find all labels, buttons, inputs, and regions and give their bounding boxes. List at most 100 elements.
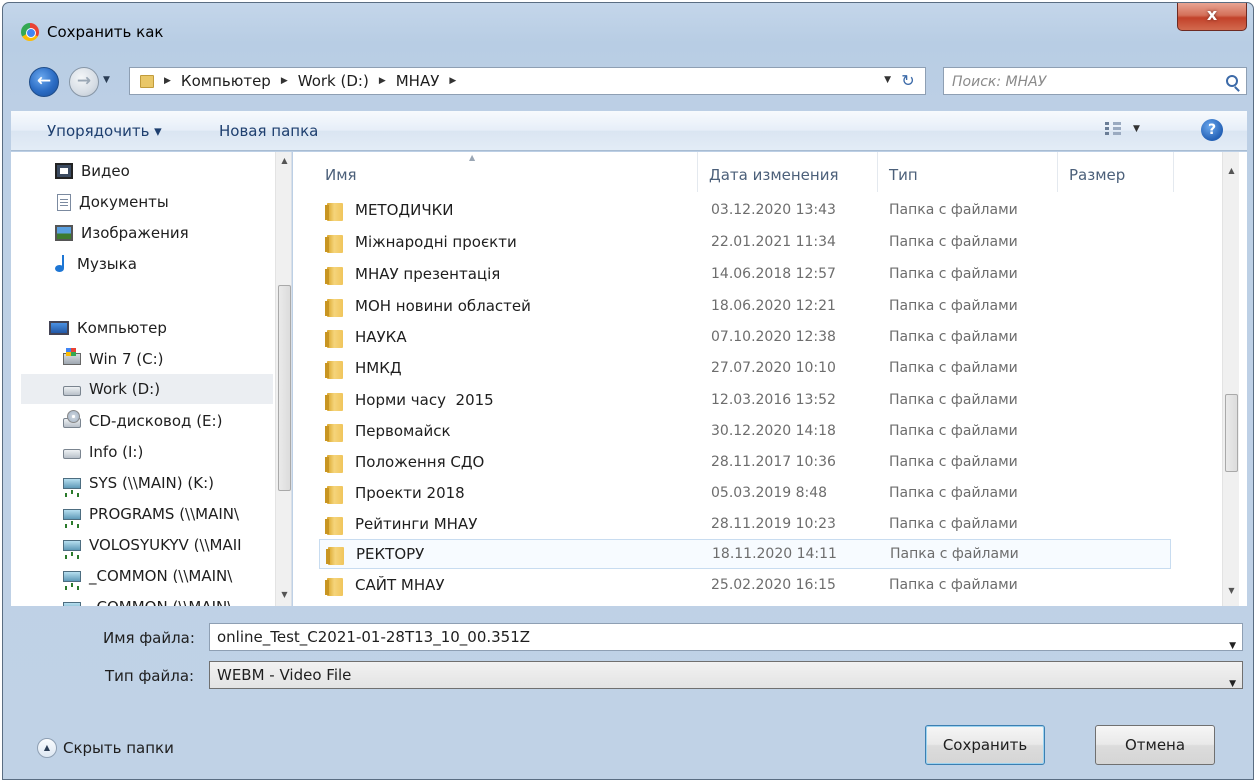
cancel-button[interactable]: Отмена [1095,725,1215,765]
file-row[interactable]: МОН новини областей 18.06.2020 12:21 Пап… [319,292,1171,322]
sidebar-item-video[interactable]: Видео [55,156,291,186]
file-date: 12.03.2016 13:52 [711,392,836,408]
file-name: Проекти 2018 [355,484,465,502]
sidebar-item-computer[interactable]: Компьютер [49,313,291,343]
file-row[interactable]: МНАУ презентація 14.06.2018 12:57 Папка … [319,260,1171,290]
sidebar-item-label: Info (I:) [89,443,144,461]
filetype-select[interactable]: WEBM - Video File ▼ [209,661,1243,689]
forward-arrow-icon[interactable]: → [69,67,99,97]
file-list-scrollbar[interactable]: ▲ ▼ [1222,152,1239,606]
hide-folders-button[interactable]: ▲ Скрыть папки [37,738,174,758]
column-header-size[interactable]: Размер [1069,166,1125,184]
sidebar-item-label: Компьютер [77,319,167,337]
scroll-down-icon[interactable]: ▼ [1223,586,1240,595]
folder-icon [325,203,343,221]
file-name: МОН новини областей [355,297,531,315]
sidebar-item-network-sys[interactable]: SYS (\\MAIN) (K:) [63,468,275,498]
file-row[interactable]: МЕТОДИЧКИ 03.12.2020 13:43 Папка с файла… [319,196,1171,226]
column-header-type[interactable]: Тип [889,166,918,184]
navigation-pane: Видео Документы Изображения Музыка Компь… [11,152,292,606]
folder-icon [325,486,343,504]
system-drive-icon [63,348,81,365]
file-type: Папка с файлами [889,266,1018,282]
drive-icon [63,386,81,396]
file-row[interactable]: НАУКА 07.10.2020 12:38 Папка с файлами [319,323,1171,353]
column-header-name[interactable]: Имя [325,166,357,184]
sidebar-item-drive-c[interactable]: Win 7 (C:) [63,344,291,374]
scroll-up-icon[interactable]: ▲ [276,156,291,165]
title-bar[interactable]: Сохранить как x [3,3,1253,41]
sidebar-item-cd-drive[interactable]: CD-дисковод (E:) [63,406,291,436]
file-type: Папка с файлами [889,392,1018,408]
file-date: 03.12.2020 13:43 [711,202,836,218]
sort-ascending-icon: ▲ [469,153,476,162]
breadcrumb-separator-icon[interactable]: ▶ [379,76,386,86]
sidebar-item-music[interactable]: Музыка [55,249,291,279]
close-button[interactable]: x [1177,3,1247,31]
scroll-down-icon[interactable]: ▼ [276,590,291,599]
sidebar-item-drive-d[interactable]: Work (D:) [21,374,273,404]
recent-pages-dropdown[interactable]: ▼ [103,75,110,85]
new-folder-button[interactable]: Новая папка [219,122,318,140]
sidebar-scrollbar-thumb[interactable] [278,285,291,491]
file-list-scrollbar-thumb[interactable] [1225,394,1238,472]
address-bar[interactable]: ▶ Компьютер ▶ Work (D:) ▶ МНАУ ▶ ▼ ↻ [129,67,926,95]
chevron-down-icon[interactable]: ▼ [1229,671,1236,697]
address-dropdown-icon[interactable]: ▼ [884,75,891,85]
breadcrumb-separator-icon[interactable]: ▶ [281,76,288,86]
file-row[interactable]: Первомайск 30.12.2020 14:18 Папка с файл… [319,417,1171,447]
breadcrumb-folder[interactable]: МНАУ [396,72,440,90]
sidebar-item-network-common-2[interactable]: _COMMON (\\MAIN\ [63,592,275,606]
breadcrumb-separator-icon[interactable]: ▶ [449,76,456,86]
file-name: МНАУ презентація [355,265,501,283]
sidebar-item-network-programs[interactable]: PROGRAMS (\\MAIN\ [63,499,275,529]
folder-icon [325,393,343,411]
chrome-icon [21,23,39,41]
folder-icon [326,547,344,565]
scroll-up-icon[interactable]: ▲ [1223,166,1240,175]
folder-icon [325,517,343,535]
folder-icon [325,424,343,442]
search-icon[interactable] [1226,75,1238,87]
file-name: РЕКТОРУ [356,545,425,563]
file-row[interactable]: Положення СДО 28.11.2017 10:36 Папка с ф… [319,448,1171,478]
sidebar-item-images[interactable]: Изображения [55,218,291,248]
file-date: 18.11.2020 14:11 [712,546,837,562]
file-row[interactable]: НМКД 27.07.2020 10:10 Папка с файлами [319,354,1171,384]
file-date: 28.11.2019 10:23 [711,516,836,532]
file-row[interactable]: Міжнародні проєкти 22.01.2021 11:34 Папк… [319,228,1171,258]
sidebar-item-documents[interactable]: Документы [55,187,291,217]
view-options-icon[interactable] [1105,122,1121,138]
sidebar-item-label: Видео [81,162,130,180]
sidebar-item-drive-i[interactable]: Info (I:) [63,437,291,467]
sidebar-item-network-common[interactable]: _COMMON (\\MAIN\ [63,561,275,591]
search-input[interactable] [952,72,1212,92]
sidebar-scrollbar[interactable]: ▲ ▼ [275,152,291,606]
chevron-down-icon[interactable]: ▼ [1229,633,1236,659]
file-row[interactable]: Норми часу 2015 12.03.2016 13:52 Папка с… [319,386,1171,416]
organize-button[interactable]: Упорядочить ▾ [47,122,162,140]
sidebar-item-network-volosyukyv[interactable]: VOLOSYUKYV (\\MAII [63,530,275,560]
view-dropdown-icon[interactable]: ▼ [1133,124,1140,134]
search-box[interactable] [943,67,1247,95]
help-icon[interactable]: ? [1201,119,1223,141]
breadcrumb-drive[interactable]: Work (D:) [298,72,369,90]
sidebar-item-label: Win 7 (C:) [89,350,164,368]
breadcrumb-separator-icon[interactable]: ▶ [164,76,171,86]
back-arrow-icon[interactable]: ← [29,67,59,97]
cd-drive-icon [63,410,81,428]
network-drive-icon [63,570,81,587]
folder-icon [325,299,343,317]
breadcrumb-computer[interactable]: Компьютер [181,72,271,90]
refresh-icon[interactable]: ↻ [897,70,919,92]
file-row-selected[interactable]: РЕКТОРУ 18.11.2020 14:11 Папка с файлами [319,539,1171,569]
file-date: 07.10.2020 12:38 [711,329,836,345]
network-drive-icon [63,477,81,494]
save-button[interactable]: Сохранить [925,725,1045,765]
filename-input[interactable]: online_Test_C2021-01-28T13_10_00.351Z ▼ [209,623,1243,651]
file-row[interactable]: Проекти 2018 05.03.2019 8:48 Папка с фай… [319,479,1171,509]
column-header-date[interactable]: Дата изменения [709,166,839,184]
folder-icon [325,455,343,473]
file-row[interactable]: Рейтинги МНАУ 28.11.2019 10:23 Папка с ф… [319,510,1171,540]
file-row[interactable]: САЙТ МНАУ 25.02.2020 16:15 Папка с файла… [319,571,1171,601]
